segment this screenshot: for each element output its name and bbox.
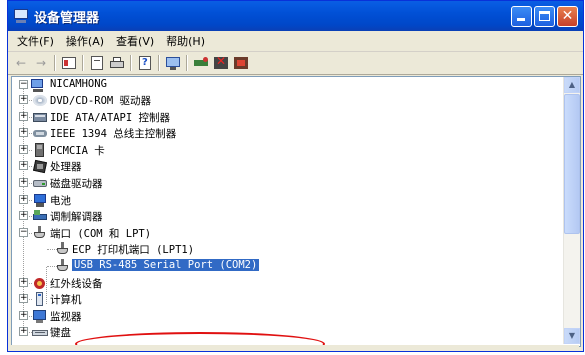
infrared-icon — [32, 276, 48, 290]
tree-item-label: 监视器 — [50, 310, 82, 323]
tree-item-label: 磁盘驱动器 — [50, 178, 103, 190]
toolbar-separator — [82, 55, 84, 71]
collapse-icon[interactable]: − — [19, 80, 28, 89]
menu-view[interactable]: 查看(V) — [110, 33, 160, 49]
modem-icon — [32, 209, 48, 223]
device-manager-window: 设备管理器 ✕ 文件(F) 操作(A) 查看(V) 帮助(H) ← → ? ✕ … — [7, 0, 584, 352]
monitor-icon — [32, 309, 48, 323]
forward-icon[interactable]: → — [33, 55, 49, 71]
tree-item-label: 端口 (COM 和 LPT) — [50, 227, 152, 240]
keyboard-icon — [32, 325, 48, 339]
processor-icon — [32, 159, 48, 174]
port-icon — [32, 225, 48, 240]
close-button[interactable]: ✕ — [557, 5, 578, 27]
scan-hardware-icon[interactable] — [165, 55, 181, 71]
device-tree: − NICAMHONG + DVD/CD-ROM 驱动器 + IDE ATA/ATAP… — [12, 77, 563, 344]
expand-icon[interactable]: + — [19, 111, 28, 121]
menu-file[interactable]: 文件(F) — [11, 33, 60, 49]
tree-item[interactable]: + 磁盘驱动器 — [12, 175, 563, 191]
expand-icon[interactable]: + — [19, 327, 28, 337]
expand-icon[interactable]: + — [19, 161, 28, 171]
window-title: 设备管理器 — [34, 10, 100, 26]
tree-item-label: PCMCIA 卡 — [50, 144, 105, 157]
battery-icon — [32, 193, 48, 207]
disk-drive-icon — [32, 176, 48, 190]
tree-item[interactable]: + 计算机 — [12, 291, 563, 307]
tree-item[interactable]: + IEEE 1394 总线主控制器 — [12, 125, 563, 141]
expand-icon[interactable]: + — [19, 194, 28, 204]
expand-icon[interactable]: + — [19, 277, 28, 287]
print-icon[interactable] — [109, 55, 125, 71]
expand-icon[interactable]: + — [19, 178, 28, 187]
tree-item-label: 处理器 — [50, 161, 82, 174]
disable-icon[interactable] — [233, 55, 249, 71]
tree-item-label: IEEE 1394 总线主控制器 — [50, 128, 177, 141]
tree-item-label: ECP 打印机端口 (LPT1) — [72, 244, 195, 257]
title-bar[interactable]: 设备管理器 ✕ — [8, 1, 583, 31]
tree-item[interactable]: − 端口 (COM 和 LPT) — [12, 225, 563, 241]
tree-item[interactable]: + 处理器 — [12, 158, 563, 174]
tree-item[interactable]: + 红外线设备 — [12, 275, 563, 291]
minimize-button[interactable] — [511, 5, 532, 27]
tree-root-label: NICAMHONG — [50, 78, 107, 90]
expand-icon[interactable]: + — [19, 144, 28, 154]
pcmcia-icon — [32, 142, 48, 157]
tree-item[interactable]: + 监视器 — [12, 308, 563, 324]
scroll-down-icon[interactable]: ▼ — [564, 328, 580, 344]
update-driver-icon[interactable] — [193, 55, 209, 71]
tree-item[interactable]: + 电池 — [12, 192, 563, 208]
device-tree-pane: − NICAMHONG + DVD/CD-ROM 驱动器 + IDE ATA/ATAP… — [11, 76, 581, 347]
tree-item-label: DVD/CD-ROM 驱动器 — [50, 95, 152, 107]
toolbar-separator — [54, 55, 56, 71]
port-icon — [55, 259, 71, 273]
properties-icon[interactable] — [89, 55, 105, 71]
status-bar — [11, 345, 579, 349]
port-icon — [55, 242, 71, 256]
computer-root-icon — [30, 78, 46, 92]
collapse-icon[interactable]: − — [19, 227, 28, 237]
device-manager-icon — [13, 9, 29, 23]
toolbar: ← → ? ✕ — [8, 52, 583, 75]
tree-item-label: 红外线设备 — [50, 277, 103, 290]
menu-action[interactable]: 操作(A) — [60, 33, 110, 49]
tree-item-label: 调制解调器 — [50, 211, 103, 224]
tree-child-item[interactable]: ECP 打印机端口 (LPT1) — [12, 241, 563, 257]
ide-controller-icon — [32, 110, 48, 124]
dvd-drive-icon — [32, 93, 48, 107]
uninstall-icon[interactable]: ✕ — [213, 54, 229, 71]
expand-icon[interactable]: + — [19, 95, 28, 104]
menu-help[interactable]: 帮助(H) — [160, 33, 211, 49]
help-icon[interactable]: ? — [137, 55, 153, 71]
tree-item[interactable]: + DVD/CD-ROM 驱动器 — [12, 92, 563, 108]
minimize-icon — [517, 17, 525, 21]
maximize-icon — [539, 10, 550, 21]
computer-icon — [32, 292, 48, 307]
tree-item[interactable]: + IDE ATA/ATAPI 控制器 — [12, 109, 563, 125]
menu-bar: 文件(F) 操作(A) 查看(V) 帮助(H) — [8, 31, 583, 52]
toolbar-separator — [130, 55, 132, 71]
back-icon[interactable]: ← — [13, 55, 29, 71]
tree-item-label: IDE ATA/ATAPI 控制器 — [50, 111, 171, 124]
tree-item-label: 计算机 — [50, 294, 82, 307]
tree-item-label: 电池 — [50, 194, 71, 207]
scroll-thumb[interactable] — [564, 94, 580, 234]
toolbar-separator — [158, 55, 160, 71]
tree-item[interactable]: + PCMCIA 卡 — [12, 142, 563, 158]
maximize-button[interactable] — [534, 5, 555, 27]
tree-item[interactable]: + 调制解调器 — [12, 208, 563, 224]
expand-icon[interactable]: + — [19, 211, 28, 221]
toolbar-separator — [186, 55, 188, 71]
vertical-scrollbar[interactable]: ▲ ▼ — [563, 77, 580, 344]
view-icon[interactable] — [61, 55, 77, 71]
expand-icon[interactable]: + — [19, 128, 28, 138]
tree-item-selected[interactable]: USB RS-485 Serial Port (COM2) — [12, 258, 563, 274]
ieee1394-icon — [32, 126, 48, 140]
tree-root[interactable]: − NICAMHONG — [12, 77, 563, 93]
scroll-up-icon[interactable]: ▲ — [564, 77, 580, 93]
close-icon: ✕ — [561, 7, 574, 24]
tree-item-label: 键盘 — [50, 327, 71, 340]
expand-icon[interactable]: + — [19, 310, 28, 320]
tree-item-label: USB RS-485 Serial Port (COM2) — [72, 259, 260, 271]
expand-icon[interactable]: + — [19, 294, 28, 304]
